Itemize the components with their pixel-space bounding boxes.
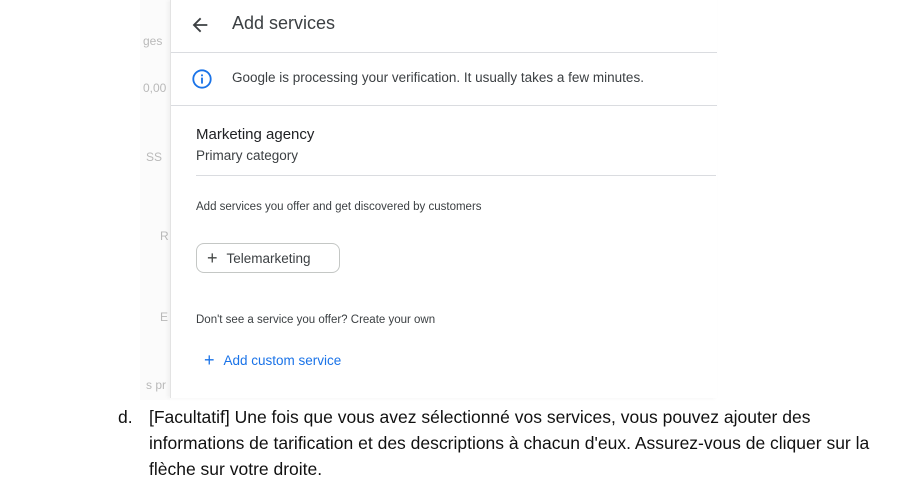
caption-text: [Facultatif] Une fois que vous avez séle… xyxy=(149,407,870,479)
custom-service-helper-text: Don't see a service you offer? Create yo… xyxy=(196,314,436,326)
add-custom-service-button[interactable]: + Add custom service xyxy=(204,351,341,369)
add-custom-service-label: Add custom service xyxy=(223,352,342,368)
background-text: s pr xyxy=(146,378,167,392)
background-page xyxy=(140,0,170,400)
verification-banner: Google is processing your verification. … xyxy=(171,53,717,106)
category-name: Marketing agency xyxy=(196,126,315,143)
page-title: Add services xyxy=(232,13,336,33)
panel-header: Add services xyxy=(171,0,717,53)
list-marker: d. xyxy=(118,407,133,427)
category-subtitle: Primary category xyxy=(196,148,299,163)
plus-icon: + xyxy=(204,350,215,370)
background-text: R xyxy=(160,229,169,243)
background-text: 0,00 xyxy=(143,81,167,95)
service-chip-telemarketing[interactable]: + Telemarketing xyxy=(196,243,340,273)
banner-text: Google is processing your verification. … xyxy=(232,70,644,85)
divider xyxy=(196,175,716,176)
arrow-back-icon[interactable] xyxy=(189,14,211,36)
info-icon xyxy=(191,68,213,90)
service-chip-label: Telemarketing xyxy=(226,250,311,266)
background-text: ges xyxy=(143,34,163,48)
background-text: SS xyxy=(146,150,163,164)
add-services-panel: Add services Google is processing your v… xyxy=(170,0,717,398)
plus-icon: + xyxy=(207,248,218,268)
background-text: E xyxy=(160,310,169,324)
services-helper-text: Add services you offer and get discovere… xyxy=(196,201,482,213)
